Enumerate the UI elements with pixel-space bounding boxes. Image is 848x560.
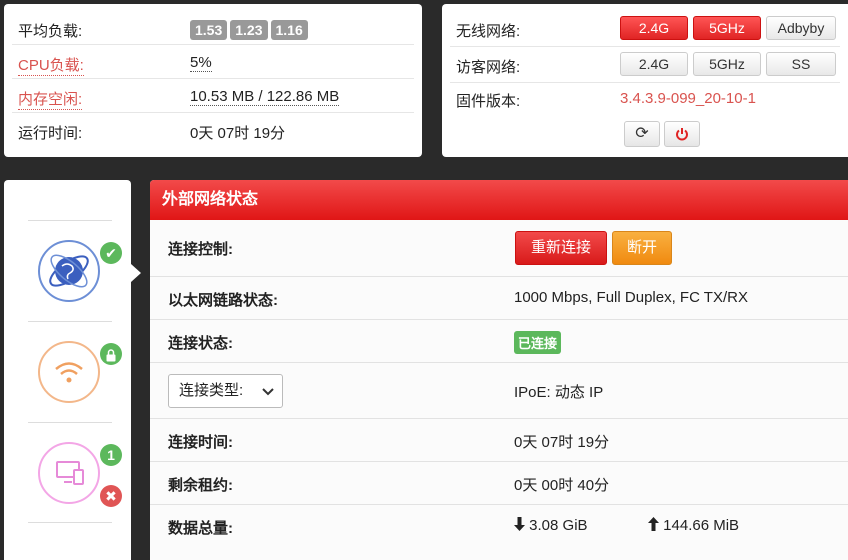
load-label: 平均负载: [18,23,83,40]
cpu-label[interactable]: CPU负载: [18,54,84,76]
wan-ok-badge: ✔ [100,242,122,264]
panel-title: 外部网络状态 [150,180,848,220]
guest-2g-button[interactable]: 2.4G [620,52,688,76]
upload-value: 144.66 MiB [663,517,740,534]
lease-label: 剩余租约: [168,477,233,494]
lock-icon [106,349,116,362]
status-nav: ✔ 1 ✖ [4,180,131,560]
clients-count-badge: 1 [100,444,122,466]
reconnect-button[interactable]: 重新连接 [515,231,607,265]
connection-status-row: 连接状态: 已连接 [150,320,848,363]
connection-type-row: 连接类型: IPoE: 动态 IP [150,363,848,419]
link-label: 以太网链路状态: [168,292,278,309]
devices-icon [56,461,84,485]
nav-divider [28,321,112,322]
load-row: 平均负载: 1.53 1.23 1.16 [12,12,414,45]
power-button[interactable] [664,121,700,147]
nav-divider [28,422,112,423]
connection-control-row: 连接控制: 重新连接 断开 [150,220,848,277]
wireless-lock-badge [100,343,122,365]
load-5min: 1.23 [230,20,268,40]
wireless-panel: 无线网络: 2.4G 5GHz Adbyby 访客网络: 2.4G 5GHz S… [442,4,848,157]
nav-item-clients[interactable] [38,442,100,504]
link-status-row: 以太网链路状态: 1000 Mbps, Full Duplex, FC TX/R… [150,277,848,320]
clients-error-badge: ✖ [100,485,122,507]
chevron-down-icon [262,375,274,407]
uptime-row: 运行时间: 0天 07时 19分 [12,114,414,146]
load-1min: 1.53 [190,20,228,40]
guest-row: 访客网络: 2.4G 5GHz SS [450,48,840,83]
connection-time-row: 连接时间: 0天 07时 19分 [150,419,848,462]
nav-item-wireless[interactable] [38,341,100,403]
lease-value: 0天 00时 40分 [514,477,610,494]
download-total: 3.08 GiB [514,517,588,534]
nav-divider [28,522,112,523]
upload-total: 144.66 MiB [648,517,739,534]
load-15min: 1.16 [270,20,308,40]
memory-value: 10.53 MB / 122.86 MB [190,88,340,106]
download-value: 3.08 GiB [529,517,588,534]
memory-label[interactable]: 内存空闲: [18,88,83,110]
traffic-label: 数据总量: [168,520,233,537]
control-label: 连接控制: [168,241,233,258]
nav-item-wan[interactable] [38,240,100,302]
guest-label: 访客网络: [456,59,521,76]
status-badge: 已连接 [514,331,562,354]
link-value: 1000 Mbps, Full Duplex, FC TX/RX [514,289,748,306]
memory-row: 内存空闲: 10.53 MB / 122.86 MB [12,80,414,113]
arrow-up-icon [648,517,663,534]
firmware-value[interactable]: 3.4.3.9-099_20-10-1 [620,90,756,107]
firmware-label: 固件版本: [456,93,521,110]
connection-type-value: IPoE: 动态 IP [514,384,604,401]
system-stats-panel: 平均负载: 1.53 1.23 1.16 CPU负载: 5% 内存空闲: 10.53… [4,4,422,157]
wireless-5g-button[interactable]: 5GHz [693,16,761,40]
ss-button[interactable]: SS [766,52,836,76]
uptime-value: 0天 07时 19分 [190,125,286,142]
wireless-row: 无线网络: 2.4G 5GHz Adbyby [450,12,840,47]
status-label: 连接状态: [168,335,233,352]
cpu-row: CPU负载: 5% [12,46,414,79]
refresh-button[interactable]: ⟳ [624,121,660,147]
conn-time-label: 连接时间: [168,434,233,451]
lease-row: 剩余租约: 0天 00时 40分 [150,462,848,505]
firmware-row: 固件版本: 3.4.3.9-099_20-10-1 [450,84,840,114]
load-values: 1.53 1.23 1.16 [190,20,311,40]
disconnect-button[interactable]: 断开 [612,231,672,265]
nav-divider [28,220,112,221]
globe-icon [49,254,89,288]
select-label: 连接类型: [179,382,244,399]
cpu-value: 5% [190,54,212,72]
wireless-2g-button[interactable]: 2.4G [620,16,688,40]
power-icon [675,125,689,142]
arrow-down-icon [514,517,529,534]
traffic-row: 数据总量: 3.08 GiB 144.66 MiB [150,505,848,560]
connection-type-select[interactable]: 连接类型: [168,374,283,408]
conn-time-value: 0天 07时 19分 [514,434,610,451]
nav-pointer [131,264,141,282]
wan-status-panel: 外部网络状态 连接控制: 重新连接 断开 以太网链路状态: 1000 Mbps,… [150,180,848,560]
refresh-icon: ⟳ [635,125,649,142]
guest-5g-button[interactable]: 5GHz [693,52,761,76]
wifi-icon [55,362,83,383]
adbyby-button[interactable]: Adbyby [766,16,836,40]
uptime-label: 运行时间: [18,125,83,142]
wireless-label: 无线网络: [456,23,521,40]
